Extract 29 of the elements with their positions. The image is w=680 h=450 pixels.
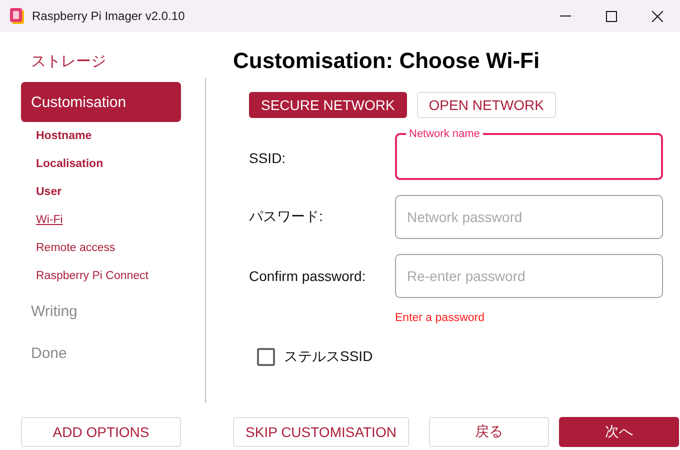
page-heading: Customisation: Choose Wi-Fi [233,48,541,74]
sidebar-substep[interactable]: Localisation [36,158,104,170]
footer-button[interactable]: ADD OPTIONS [21,417,181,447]
app-logo-icon [10,8,24,24]
footer-button[interactable]: 戻る [429,417,549,447]
input-field[interactable]: Re-enter password [395,254,663,298]
window-title: Raspberry Pi Imager v2.0.10 [32,9,185,23]
sidebar-substep[interactable]: Raspberry Pi Connect [36,270,148,282]
minimize-icon[interactable] [560,15,570,17]
sidebar-step[interactable]: ストレージ [21,40,181,82]
network-type-tab[interactable]: OPEN NETWORK [416,92,556,118]
field-label: Confirm password: [249,267,367,286]
field-label: SSID: [249,149,287,168]
input-field[interactable]: Network name [395,128,663,180]
maximize-icon[interactable] [606,10,616,22]
sidebar-substep[interactable]: Hostname [36,130,92,142]
field-label: パスワード: [249,207,324,226]
input-field[interactable]: Network password [395,195,663,239]
sidebar-substep[interactable]: User [36,186,62,198]
network-type-tab[interactable]: SECURE NETWORK [249,92,407,118]
footer-button[interactable]: SKIP CUSTOMISATION [233,417,409,447]
error-message: Enter a password [395,312,486,324]
footer-button[interactable]: 次へ [559,417,679,447]
sidebar-step[interactable]: Customisation [21,82,181,122]
checkbox[interactable] [257,348,275,366]
checkbox-label: ステルスSSID [284,348,373,366]
close-icon[interactable] [652,10,662,22]
sidebar-substep[interactable]: Remote access [36,242,116,254]
sidebar-substep[interactable]: Wi-Fi [36,214,63,226]
